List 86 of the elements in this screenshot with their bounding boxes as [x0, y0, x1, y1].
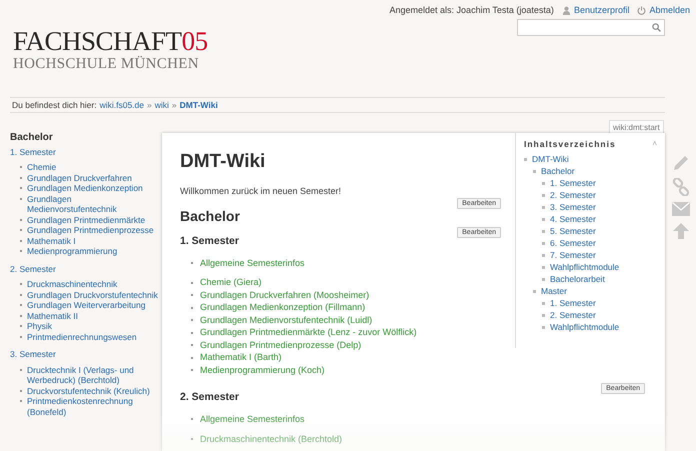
content-link[interactable]: Grundlagen Printmedienprozesse (Delp): [200, 338, 362, 352]
content-link[interactable]: Grundlagen Printmedienmärkte (Lenz - zuvor Wölflick): [200, 326, 417, 339]
bullet-icon: [542, 194, 545, 196]
sidebar-link[interactable]: Grundlagen Druckvorstufentechnik: [27, 290, 158, 300]
page-title: DMT-Wiki: [180, 150, 266, 174]
toc-link[interactable]: 1. Semester: [550, 177, 596, 189]
content-link[interactable]: Grundlagen Medienvorstufentechnik (Luidl): [200, 314, 372, 326]
content-link[interactable]: Chemie (Giera): [200, 276, 262, 289]
sidebar-link[interactable]: Grundlagen Printmedienmärkte: [27, 214, 146, 225]
toc-link[interactable]: 6. Semester: [550, 237, 596, 249]
section-heading: Bachelor: [180, 207, 241, 226]
bullet-icon: [542, 314, 545, 316]
sidebar-link[interactable]: Chemie: [27, 162, 56, 172]
logout-link[interactable]: Abmelden: [637, 4, 690, 18]
toc-link[interactable]: 1. Semester: [550, 297, 596, 309]
toc-link[interactable]: 7. Semester: [550, 249, 596, 261]
breadcrumb-link[interactable]: DMT-Wiki: [180, 98, 218, 112]
arrow-up-icon[interactable]: [672, 222, 690, 240]
breadcrumb-link[interactable]: wiki.fs05.de: [100, 98, 144, 112]
bullet-icon: [542, 242, 545, 244]
toc-link[interactable]: 4. Semester: [550, 213, 596, 225]
sidebar-link[interactable]: Mathematik I: [27, 236, 76, 246]
content-link[interactable]: Medienprogrammierung (Koch): [200, 364, 325, 376]
bullet-icon: [524, 158, 527, 160]
bullet-icon: [542, 254, 545, 256]
sidebar-section-link[interactable]: 2. Semester: [10, 264, 158, 274]
sidebar-heading: Bachelor: [10, 133, 54, 144]
bullet-icon: [533, 290, 536, 292]
bullet-icon: [542, 230, 545, 232]
sidebar-link[interactable]: Grundlagen Medienvorstufentechnik: [27, 194, 158, 214]
content-link[interactable]: Grundlagen Druckverfahren (Moosheimer): [200, 288, 370, 302]
sidebar-link[interactable]: Druckmaschinentechnik: [27, 279, 118, 290]
breadcrumb-separator: »: [172, 98, 177, 112]
toc-link[interactable]: 3. Semester: [550, 201, 596, 213]
search-icon[interactable]: [652, 23, 661, 32]
sidebar-link[interactable]: Grundlagen Medienkonzeption: [27, 183, 143, 194]
content-link[interactable]: Mathematik I (Barth): [200, 351, 282, 364]
sidebar-link[interactable]: Druckvorstufentechnik (Kreulich): [27, 386, 150, 396]
sidebar-link[interactable]: Printmedienkostenrechnung (Bonefeld): [27, 396, 158, 417]
toc-link[interactable]: Master: [541, 285, 567, 297]
bullet-icon: [542, 302, 545, 304]
sidebar-section-link[interactable]: 1. Semester: [10, 146, 158, 157]
toc-link[interactable]: Bachelorarbeit: [550, 273, 605, 285]
breadcrumb-label: Du befindest dich hier:: [12, 98, 97, 112]
sidebar-link[interactable]: Medienprogrammierung: [27, 246, 118, 256]
sidebar-link[interactable]: Physik: [27, 321, 52, 332]
toc-link[interactable]: 5. Semester: [550, 225, 596, 237]
bullet-icon: [533, 170, 536, 172]
pencil-icon[interactable]: [672, 154, 690, 172]
profile-link[interactable]: Benutzerprofil: [562, 4, 630, 18]
breadcrumb-link[interactable]: wiki: [154, 98, 169, 112]
sidebar-link[interactable]: Printmedienrechnungswesen: [27, 332, 137, 342]
toc-link[interactable]: 2. Semester: [550, 189, 596, 201]
breadcrumb-separator: »: [147, 98, 152, 112]
subsection-heading: 2. Semester: [180, 390, 240, 406]
intro-text: Willkommen zurück im neuen Semester!: [180, 184, 342, 198]
envelope-icon[interactable]: [672, 202, 690, 216]
toc-link[interactable]: Wahlpflichtmodule: [550, 261, 620, 273]
toc-link[interactable]: DMT-Wiki: [532, 153, 569, 165]
bullet-icon: [542, 218, 545, 220]
sidebar-link[interactable]: Grundlagen Druckverfahren: [27, 172, 132, 183]
content-link[interactable]: Allgemeine Semesterinfos: [200, 256, 305, 270]
toc-link[interactable]: Bachelor: [541, 165, 575, 177]
link-icon[interactable]: [672, 178, 690, 196]
logo[interactable]: FACHSCHAFT05 HOCHSCHULE MÜNCHEN: [13, 28, 208, 72]
sidebar-link[interactable]: Mathematik II: [27, 310, 78, 321]
sidebar-section-link[interactable]: 3. Semester: [10, 349, 158, 360]
bullet-icon: [542, 206, 545, 208]
login-status: Angemeldet als: Joachim Testa (joatesta): [390, 4, 554, 17]
toc-link[interactable]: 2. Semester: [550, 309, 596, 321]
bullet-icon: [542, 278, 545, 280]
bullet-icon: [542, 326, 545, 328]
toc-link[interactable]: Wahlpflichtmodule: [550, 321, 620, 333]
power-icon: [637, 6, 646, 16]
toc-title: Inhaltsverzeichnis: [524, 138, 616, 150]
subsection-heading: 1. Semester: [180, 234, 240, 249]
search-field[interactable]: [517, 19, 665, 36]
bullet-icon: [542, 182, 545, 184]
content-link[interactable]: Allgemeine Semesterinfos: [200, 413, 305, 426]
page-id: wiki:dmt:start: [609, 120, 664, 133]
sidebar-link[interactable]: Grundlagen Printmedienprozesse: [27, 225, 154, 236]
user-icon: [562, 6, 571, 16]
content-link[interactable]: Grundlagen Medienkonzeption (Fillmann): [200, 301, 366, 314]
bullet-icon: [542, 266, 545, 268]
sidebar-link[interactable]: Drucktechnik I (Verlags- und Werbedruck) (Berchtold): [27, 364, 158, 386]
sidebar-link[interactable]: Grundlagen Weiterverarbeitung: [27, 300, 146, 310]
